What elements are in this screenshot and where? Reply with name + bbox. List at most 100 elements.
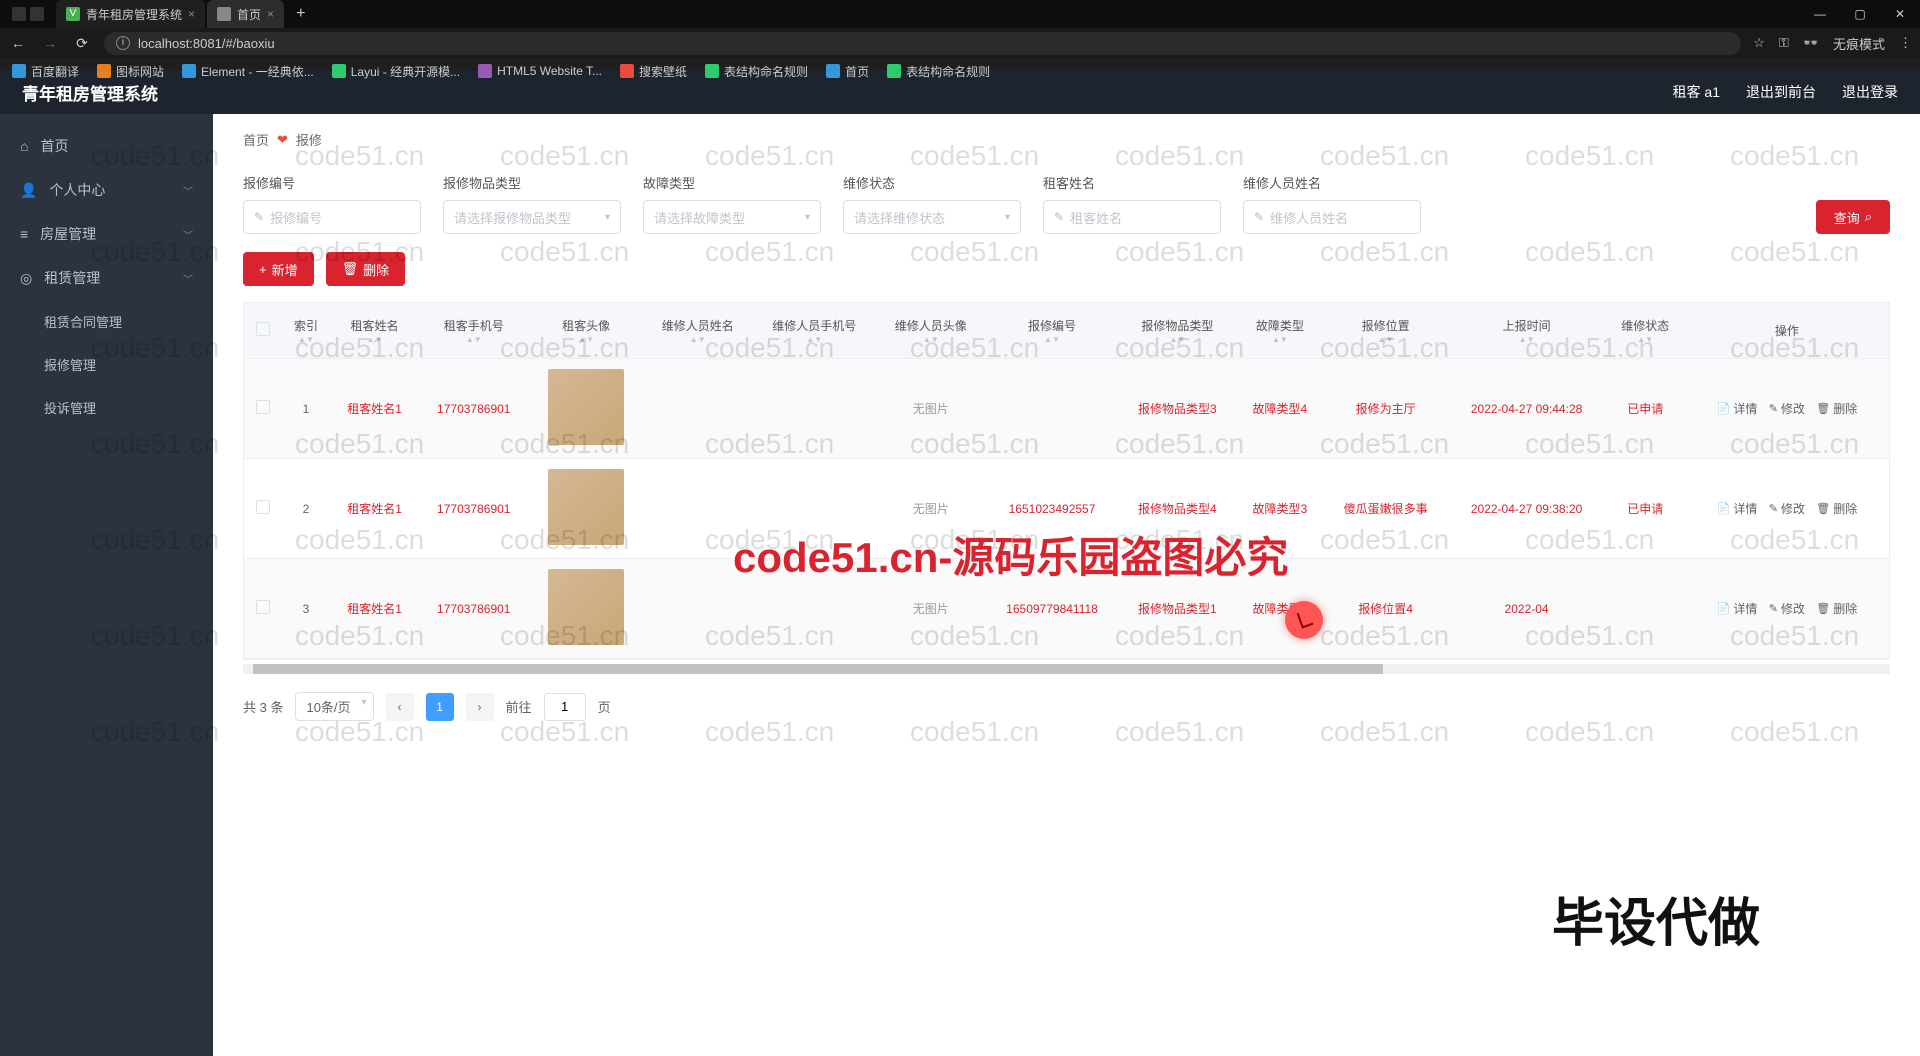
edit-button[interactable]: ✎修改 [1765,498,1809,519]
close-icon[interactable]: × [267,7,274,21]
cell-worker-avatar: 无图片 [876,559,985,659]
search-button[interactable]: 查询⌕ [1816,200,1890,234]
bookmark-item[interactable]: 搜索壁纸 [620,63,687,80]
back-icon[interactable]: ← [8,35,28,51]
reload-icon[interactable]: ⟳ [72,35,92,52]
page-1-button[interactable]: 1 [426,693,454,721]
item-type-select[interactable]: 请选择报修物品类型▾ [443,200,621,234]
col-worker-phone[interactable]: 维修人员手机号▲▼ [752,303,876,359]
edit-icon: ✎ [1769,602,1778,615]
repair-code-input[interactable]: ✎报修编号 [243,200,421,234]
fault-type-select[interactable]: 请选择故障类型▾ [643,200,821,234]
input-prefix-icon: ✎ [254,210,264,224]
bookmark-item[interactable]: 图标网站 [97,63,164,80]
browser-tab-2[interactable]: 首页 × [207,0,284,28]
add-button[interactable]: +新增 [243,252,314,286]
menu-icon[interactable]: ⋮ [1899,35,1912,51]
bookmark-item[interactable]: 首页 [826,63,869,80]
edit-button[interactable]: ✎修改 [1765,398,1809,419]
cell-tenant-name[interactable]: 租客姓名1 [331,359,419,459]
delete-button[interactable]: 🗑删除 [326,252,406,286]
col-location[interactable]: 报修位置▲▼ [1324,303,1448,359]
row-delete-button[interactable]: 🗑删除 [1812,498,1861,519]
url-input[interactable]: i localhost:8081/#/baoxiu [104,32,1741,55]
sidebar-sub-complaint[interactable]: 投诉管理 [0,386,213,429]
col-worker-name[interactable]: 维修人员姓名▲▼ [643,303,752,359]
new-tab-button[interactable]: + [286,1,315,27]
table-wrapper: 索引▲▼ 租客姓名▲▼ 租客手机号▲▼ 租客头像▲▼ 维修人员姓名▲▼ 维修人员… [243,302,1890,660]
horizontal-scrollbar[interactable] [243,664,1890,674]
edit-button[interactable]: ✎修改 [1765,598,1809,619]
col-fault-type[interactable]: 故障类型▲▼ [1236,303,1324,359]
cell-checkbox[interactable] [244,459,281,559]
close-icon[interactable]: × [188,7,195,21]
watermark-bottom: 毕设代做 [1552,881,1760,956]
sidebar-sub-repair[interactable]: 报修管理 [0,343,213,386]
col-code[interactable]: 报修编号▲▼ [985,303,1118,359]
sidebar-item-home[interactable]: ⌂ 首页 [0,124,213,168]
search-icon: ⌕ [1865,209,1872,225]
bookmark-item[interactable]: 百度翻译 [12,63,79,80]
goto-page-input[interactable] [544,693,586,721]
col-worker-avatar[interactable]: 维修人员头像▲▼ [876,303,985,359]
col-index[interactable]: 索引▲▼ [281,303,331,359]
cell-checkbox[interactable] [244,559,281,659]
row-delete-button[interactable]: 🗑删除 [1812,598,1861,619]
cell-checkbox[interactable] [244,359,281,459]
tenant-name-input[interactable]: ✎租客姓名 [1043,200,1221,234]
sidebar-sub-contract[interactable]: 租赁合同管理 [0,300,213,343]
bookmark-item[interactable]: HTML5 Website T... [478,64,602,78]
key-icon[interactable]: ⚿ [1779,35,1789,51]
cell-worker-phone [752,459,876,559]
site-info-icon[interactable]: i [116,36,130,50]
star-icon[interactable]: ☆ [1753,35,1765,51]
cell-actions: 📄详情 ✎修改 🗑删除 [1685,459,1889,559]
cell-code: 1651023492557 [985,459,1118,559]
bookmark-item[interactable]: Element - 一经典依... [182,63,314,80]
cell-status: 已申请 [1606,459,1685,559]
detail-button[interactable]: 📄详情 [1713,398,1762,419]
cell-fault-type: 故障类型4 [1236,559,1324,659]
cell-worker-name [643,359,752,459]
col-status[interactable]: 维修状态▲▼ [1606,303,1685,359]
next-page-button[interactable]: › [466,693,494,721]
row-delete-button[interactable]: 🗑删除 [1812,398,1861,419]
edit-icon: ✎ [1769,502,1778,515]
forward-icon[interactable]: → [40,35,60,51]
minimize-icon[interactable]: — [1800,0,1840,28]
col-time[interactable]: 上报时间▲▼ [1448,303,1606,359]
sidebar-item-house[interactable]: ≡ 房屋管理 ﹀ [0,212,213,256]
col-tenant-avatar[interactable]: 租客头像▲▼ [529,303,643,359]
sidebar-item-profile[interactable]: 👤 个人中心 ﹀ [0,168,213,212]
input-prefix-icon: ✎ [1054,210,1064,224]
filter-label: 故障类型 [643,173,821,192]
browser-tab-1[interactable]: V 青年租房管理系统 × [56,0,205,28]
sidebar-item-rent[interactable]: ◎ 租赁管理 ﹀ [0,256,213,300]
cell-tenant-name[interactable]: 租客姓名1 [331,459,419,559]
filter-label: 维修状态 [843,173,1021,192]
prev-page-button[interactable]: ‹ [386,693,414,721]
maximize-icon[interactable]: ▢ [1840,0,1880,28]
worker-name-input[interactable]: ✎维修人员姓名 [1243,200,1421,234]
detail-icon: 📄 [1717,502,1731,515]
col-tenant-phone[interactable]: 租客手机号▲▼ [418,303,529,359]
cell-code: 16509779841118 [985,559,1118,659]
logout-link[interactable]: 退出登录 [1842,82,1898,102]
cell-tenant-name[interactable]: 租客姓名1 [331,559,419,659]
detail-button[interactable]: 📄详情 [1713,498,1762,519]
breadcrumb-home[interactable]: 首页 [243,130,269,149]
col-tenant-name[interactable]: 租客姓名▲▼ [331,303,419,359]
bookmark-item[interactable]: Layui - 经典开源模... [332,63,460,80]
page-size-select[interactable]: 10条/页▾ [295,692,373,721]
back-frontend-link[interactable]: 退出到前台 [1746,82,1816,102]
bookmark-item[interactable]: 表结构命名规则 [887,63,990,80]
repair-table: 索引▲▼ 租客姓名▲▼ 租客手机号▲▼ 租客头像▲▼ 维修人员姓名▲▼ 维修人员… [244,303,1889,659]
status-select[interactable]: 请选择维修状态▾ [843,200,1021,234]
close-window-icon[interactable]: ✕ [1880,0,1920,28]
cell-item-type: 报修物品类型1 [1119,559,1236,659]
col-checkbox[interactable] [244,303,281,359]
bookmark-item[interactable]: 表结构命名规则 [705,63,808,80]
detail-button[interactable]: 📄详情 [1713,598,1762,619]
user-label[interactable]: 租客 a1 [1673,82,1720,102]
col-item-type[interactable]: 报修物品类型▲▼ [1119,303,1236,359]
